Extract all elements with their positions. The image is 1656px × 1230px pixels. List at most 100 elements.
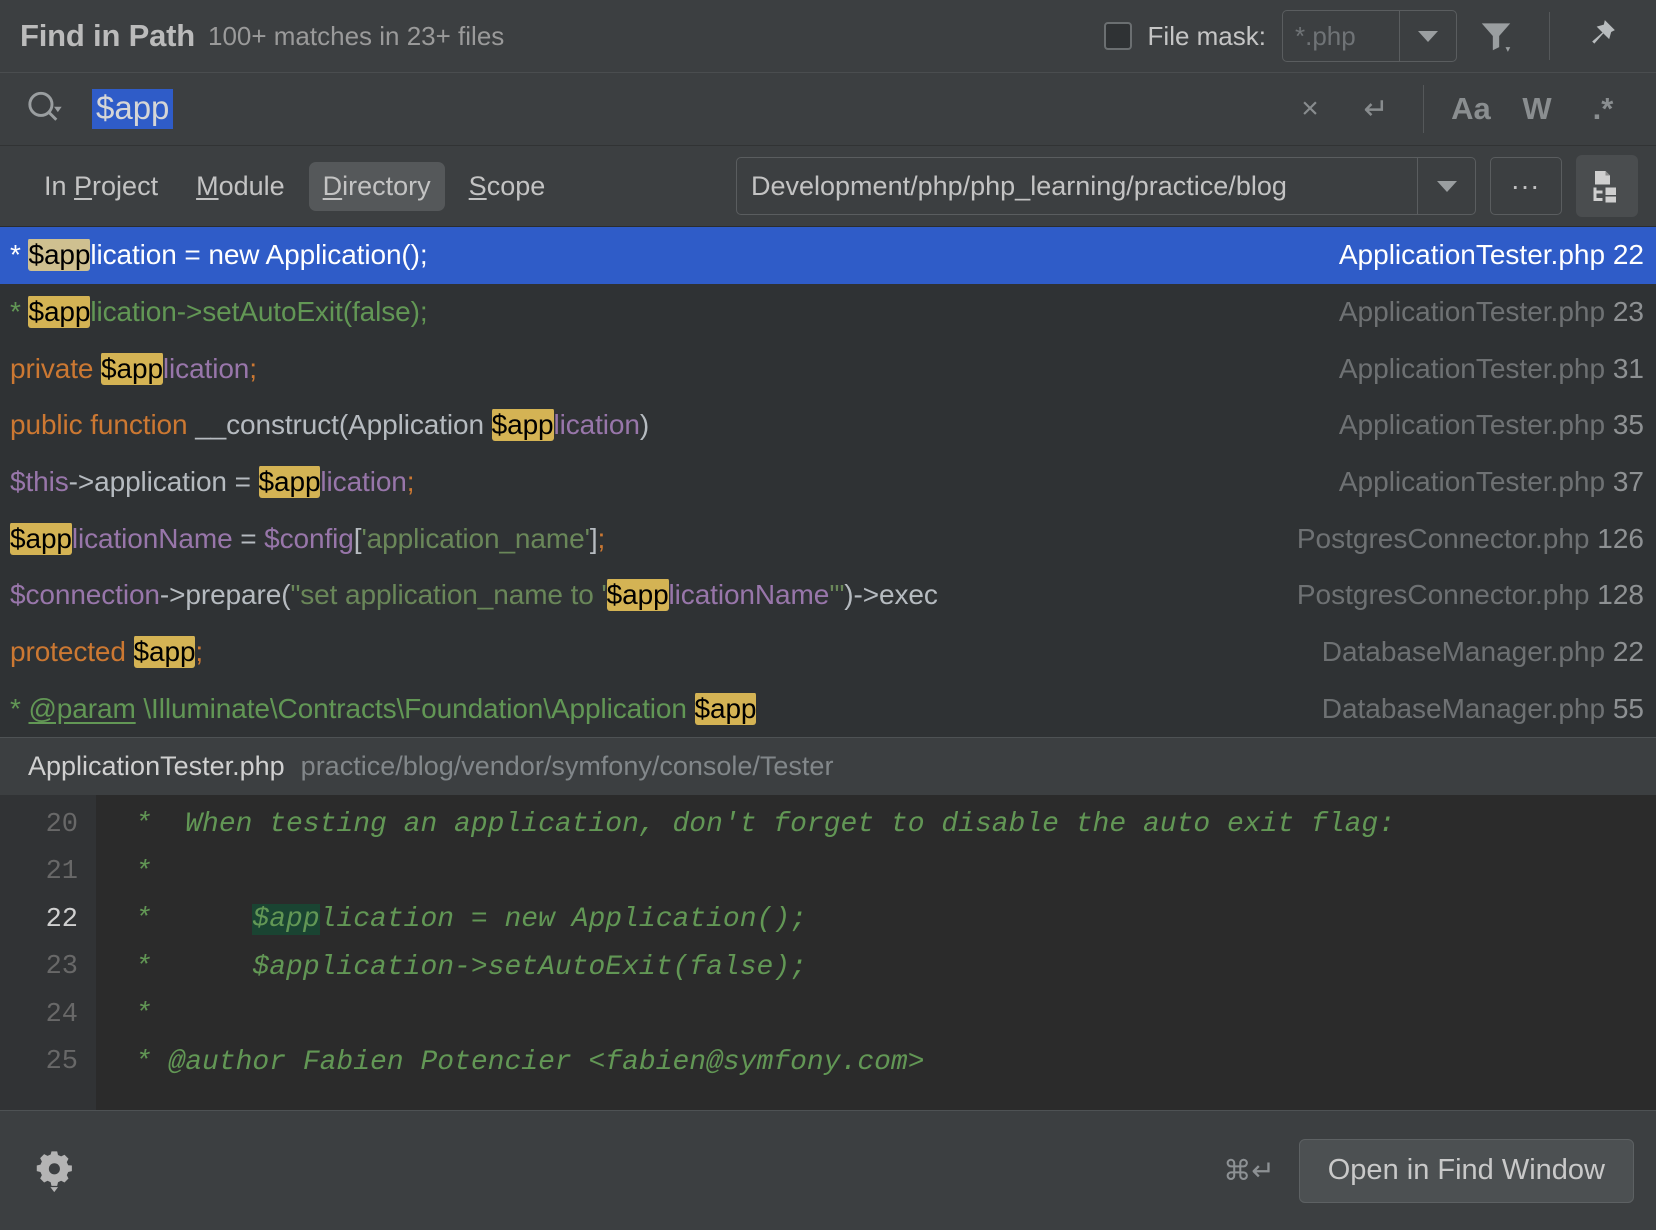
scope-tab-mnemonic: P bbox=[74, 170, 93, 201]
table-row[interactable]: * @param \Illuminate\Contracts\Foundatio… bbox=[0, 681, 1656, 738]
directory-path-input[interactable]: Development/php/php_learning/practice/bl… bbox=[737, 158, 1417, 214]
preview-code-line: * $application->setAutoExit(false); bbox=[96, 944, 1656, 992]
result-line-number: 23 bbox=[1612, 296, 1644, 328]
file-mask-checkbox[interactable] bbox=[1103, 22, 1132, 50]
preview-code-token: * When testing an application, don't for… bbox=[118, 809, 1396, 841]
result-line-number: 37 bbox=[1612, 466, 1644, 498]
preview-code-line: * bbox=[96, 849, 1656, 897]
settings-button[interactable] bbox=[26, 1140, 84, 1202]
match-highlight: $app bbox=[258, 466, 321, 499]
pin-button[interactable] bbox=[1564, 5, 1634, 67]
code-token: ] bbox=[589, 522, 598, 554]
search-results-list[interactable]: * $application = new Application(); Appli… bbox=[0, 226, 1656, 738]
result-code-line: protected $app; bbox=[10, 636, 1302, 669]
preview-file-name: ApplicationTester.php bbox=[28, 751, 285, 782]
search-actions: × ↵ Aa W .* bbox=[1277, 78, 1636, 140]
code-token: * bbox=[10, 239, 29, 271]
code-token: ) bbox=[639, 409, 650, 441]
result-code-line: public function __construct(Application … bbox=[10, 409, 1319, 442]
result-line-number: 22 bbox=[1612, 239, 1644, 271]
scope-tab-directory[interactable]: Directory bbox=[308, 161, 445, 211]
code-token: private bbox=[10, 352, 102, 384]
table-row[interactable]: private $application; ApplicationTester.p… bbox=[0, 340, 1656, 397]
code-preview[interactable]: 20 21 22 23 24 25 * When testing an applicati… bbox=[0, 795, 1656, 1110]
match-highlight: $app bbox=[133, 636, 196, 669]
table-row[interactable]: * $application->setAutoExit(false); Appli… bbox=[0, 284, 1656, 341]
find-in-path-dialog: Find in Path 100+ matches in 23+ files F… bbox=[0, 0, 1656, 1230]
match-highlight: $app bbox=[606, 579, 669, 612]
match-highlight: $app bbox=[28, 239, 91, 272]
table-row[interactable]: protected $app; DatabaseManager.php 22 bbox=[0, 624, 1656, 681]
result-line-number: 55 bbox=[1612, 692, 1644, 724]
table-row[interactable]: public function __construct(Application … bbox=[0, 397, 1656, 454]
result-file-name: ApplicationTester.php 23 bbox=[1338, 296, 1644, 328]
browse-directory-button[interactable]: ... bbox=[1490, 157, 1562, 215]
result-file-name: PostgresConnector.php 126 bbox=[1296, 522, 1644, 554]
preview-gutter: 20 21 22 23 24 25 bbox=[0, 795, 96, 1110]
match-case-toggle[interactable]: Aa bbox=[1438, 78, 1504, 140]
code-token: '" bbox=[829, 579, 845, 611]
code-token: = bbox=[240, 522, 265, 554]
scope-tab-suffix: odule bbox=[218, 170, 285, 201]
new-line-button[interactable]: ↵ bbox=[1343, 78, 1409, 140]
result-line-number: 128 bbox=[1597, 579, 1644, 611]
preview-line-number: 22 bbox=[45, 904, 78, 935]
directory-path-dropdown-button[interactable] bbox=[1417, 158, 1475, 214]
search-input[interactable]: $app bbox=[92, 73, 1277, 145]
match-highlight: $app bbox=[491, 409, 554, 442]
search-options-button[interactable] bbox=[14, 78, 74, 140]
preview-code-area[interactable]: * When testing an application, don't for… bbox=[96, 795, 1656, 1110]
match-summary: 100+ matches in 23+ files bbox=[207, 20, 505, 51]
file-mask-dropdown-button[interactable] bbox=[1400, 11, 1456, 61]
scope-tab-in-project[interactable]: In Project bbox=[30, 162, 172, 211]
result-code-line: $connection->prepare("set application_na… bbox=[10, 579, 1277, 612]
code-token: 'application_name' bbox=[361, 522, 590, 554]
code-token: \Illuminate\Contracts\Foundation\Applica… bbox=[135, 692, 695, 724]
header-divider bbox=[1549, 12, 1550, 60]
match-highlight: $app bbox=[101, 352, 163, 385]
preview-code-token: * $application->setAutoExit(false); bbox=[118, 951, 807, 983]
preview-line-number: 21 bbox=[45, 857, 78, 888]
preview-code-token: * bbox=[118, 904, 253, 936]
result-file-name: DatabaseManager.php 55 bbox=[1321, 692, 1644, 724]
code-token: ; bbox=[195, 636, 204, 668]
whole-words-toggle[interactable]: W bbox=[1504, 78, 1570, 140]
preview-file-header: ApplicationTester.php practice/blog/vend… bbox=[0, 737, 1656, 796]
code-token: )->exec bbox=[844, 579, 938, 611]
match-highlight: $app bbox=[694, 692, 757, 725]
file-mask-input[interactable]: *.php bbox=[1283, 11, 1400, 61]
dialog-footer: ⌘↵ Open in Find Window bbox=[0, 1110, 1656, 1230]
regex-toggle[interactable]: .* bbox=[1570, 78, 1636, 140]
clear-search-button[interactable]: × bbox=[1277, 78, 1343, 140]
table-row[interactable]: * $application = new Application(); Appli… bbox=[0, 227, 1656, 284]
scope-tab-suffix: cope bbox=[486, 170, 546, 201]
scope-tab-suffix: roject bbox=[92, 170, 159, 201]
code-token: $connection bbox=[10, 579, 160, 611]
filter-button[interactable] bbox=[1457, 5, 1535, 67]
code-token: @param bbox=[28, 692, 136, 724]
code-token: lication->setAutoExit(false); bbox=[90, 296, 428, 328]
table-row[interactable]: $this->application = $application; Applic… bbox=[0, 454, 1656, 511]
recursive-search-toggle[interactable] bbox=[1576, 155, 1638, 217]
table-row[interactable]: $applicationName = $config['application_… bbox=[0, 510, 1656, 567]
code-token: -> bbox=[159, 579, 186, 611]
result-code-line: * $application->setAutoExit(false); bbox=[10, 296, 1319, 329]
file-mask-combo[interactable]: *.php bbox=[1282, 10, 1457, 62]
result-file-name: ApplicationTester.php 37 bbox=[1338, 466, 1644, 498]
code-token: ; bbox=[597, 522, 606, 554]
search-icon bbox=[28, 91, 62, 121]
open-in-find-window-button[interactable]: Open in Find Window bbox=[1298, 1138, 1634, 1203]
preview-line-number: 25 bbox=[45, 1047, 78, 1078]
directory-path-combo[interactable]: Development/php/php_learning/practice/bl… bbox=[736, 157, 1476, 215]
filter-icon bbox=[1481, 23, 1511, 52]
preview-line-number: 20 bbox=[45, 809, 78, 840]
scope-tab-scope[interactable]: Scope bbox=[455, 162, 560, 211]
result-file-name: DatabaseManager.php 22 bbox=[1321, 636, 1644, 668]
scope-tab-mnemonic: S bbox=[468, 170, 487, 201]
table-row[interactable]: $connection->prepare("set application_na… bbox=[0, 567, 1656, 624]
scope-tab-module[interactable]: Module bbox=[182, 162, 299, 211]
scope-tab-mnemonic: M bbox=[196, 170, 219, 201]
code-token: lication bbox=[162, 352, 250, 384]
scope-tab-mnemonic: D bbox=[322, 170, 343, 201]
recursive-search-icon bbox=[1593, 171, 1616, 203]
